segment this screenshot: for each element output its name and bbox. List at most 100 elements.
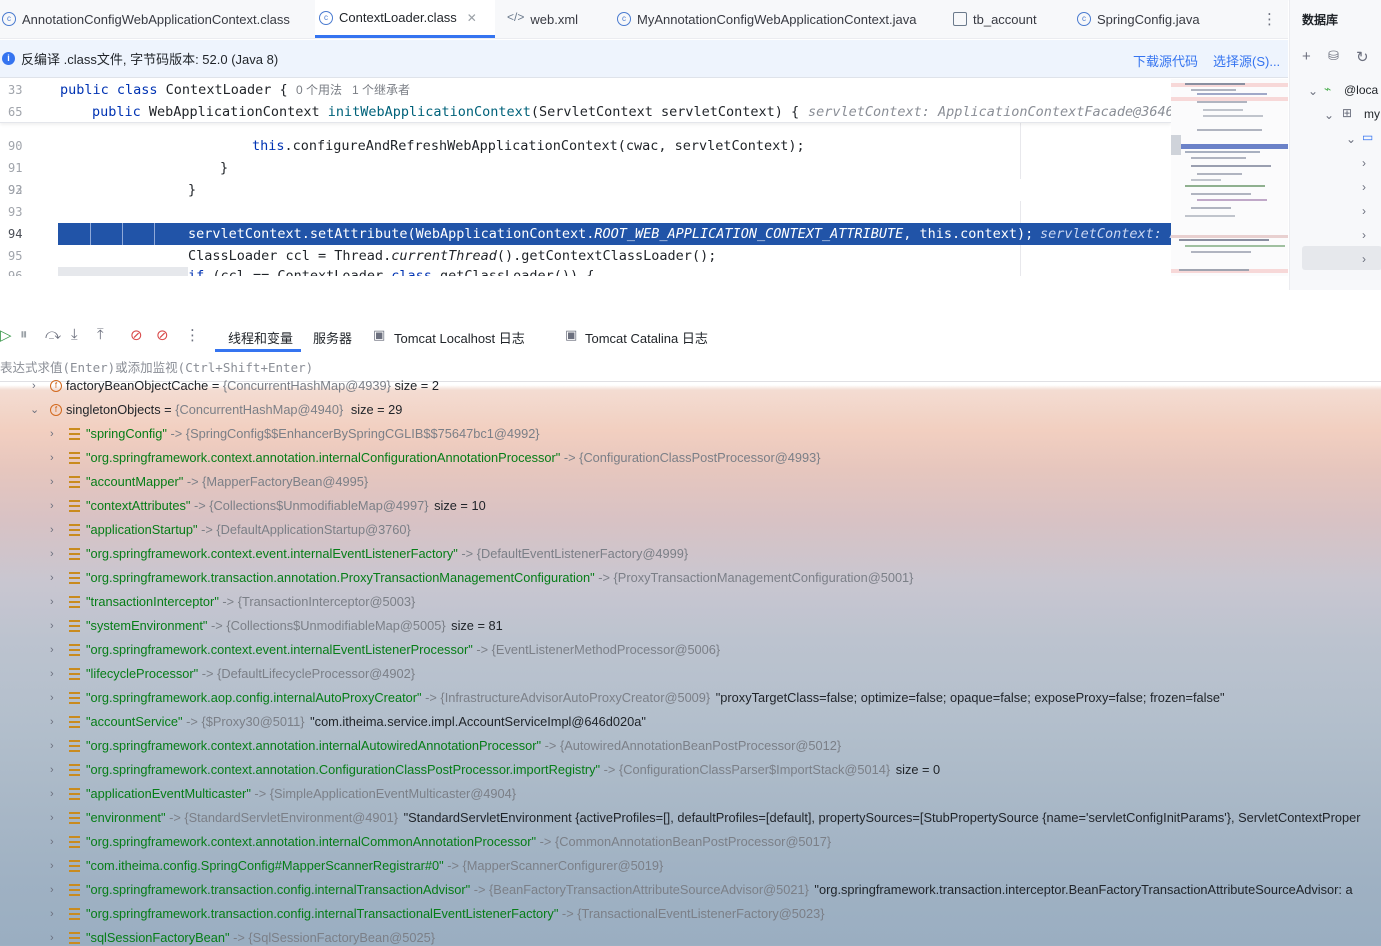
- map-entry-icon: [69, 524, 80, 536]
- datasource-label[interactable]: @loca: [1344, 83, 1378, 97]
- tab-context-loader[interactable]: c ContextLoader.class ✕: [315, 0, 495, 38]
- table-icon: [953, 12, 967, 26]
- code-text: if (ccl == ContextLoader.class.getClassL…: [188, 268, 595, 276]
- variable-name: factoryBeanObjectCache: [66, 380, 209, 393]
- entry-key: "sqlSessionFactoryBean": [86, 930, 230, 945]
- view-breakpoints-icon[interactable]: ⊘: [130, 326, 143, 344]
- entry-value: {ConfigurationClassParser$ImportStack@50…: [618, 762, 891, 777]
- variables-tree[interactable]: › f factoryBeanObjectCache = {Concurrent…: [0, 380, 1381, 946]
- tab-label: AnnotationConfigWebApplicationContext.cl…: [22, 11, 290, 27]
- map-entry-icon: [69, 500, 80, 512]
- map-entry-icon: [69, 812, 80, 824]
- chevron-right-icon[interactable]: ›: [50, 590, 54, 614]
- resume-icon[interactable]: ▷: [0, 326, 12, 344]
- step-into-icon[interactable]: ⤓: [71, 326, 78, 343]
- entry-key: "environment": [86, 810, 166, 825]
- evaluate-expression-input[interactable]: 表达式求值(Enter)或添加监视(Ctrl+Shift+Enter): [0, 356, 1381, 382]
- entry-value: {DefaultLifecycleProcessor@4902}: [217, 666, 416, 681]
- sticky-line[interactable]: 33 public class ContextLoader { 0 个用法 1 …: [0, 79, 1171, 101]
- entry-extra: "com.itheima.service.impl.AccountService…: [310, 714, 646, 729]
- step-over-icon[interactable]: ⤼: [45, 326, 61, 343]
- chevron-right-icon[interactable]: ›: [1362, 228, 1366, 242]
- step-out-icon[interactable]: ⤒: [97, 326, 104, 343]
- add-icon[interactable]: +: [1302, 48, 1311, 65]
- code-text: servletContext.setAttribute(WebApplicati…: [188, 226, 1034, 242]
- chevron-down-icon[interactable]: ⌄: [1324, 108, 1334, 122]
- banner-message: 反编译 .class文件, 字节码版本: 52.0 (Java 8): [21, 52, 279, 67]
- tab-tomcat-localhost-log[interactable]: Tomcat Localhost 日志: [394, 328, 525, 347]
- line-number: 65: [8, 105, 23, 119]
- tab-web-xml[interactable]: </> web.xml: [495, 0, 605, 38]
- schema-label[interactable]: my: [1364, 107, 1380, 121]
- entry-value: {TransactionalEventListenerFactory@5023}: [577, 906, 825, 921]
- chevron-right-icon[interactable]: ›: [50, 710, 54, 734]
- entry-key: "org.springframework.context.event.inter…: [86, 546, 458, 561]
- tab-tb-account[interactable]: tb_account: [947, 0, 1075, 38]
- chevron-right-icon[interactable]: ›: [50, 830, 54, 854]
- code-line: 92 }: [0, 179, 1171, 201]
- chevron-right-icon[interactable]: ›: [50, 518, 54, 542]
- chevron-right-icon[interactable]: ›: [1362, 156, 1366, 170]
- choose-sources-link[interactable]: 选择源(S)...: [1213, 51, 1280, 70]
- console-icon: ▣: [373, 327, 386, 342]
- entry-key: "org.springframework.context.annotation.…: [86, 738, 542, 753]
- entry-value: {SimpleApplicationEventMulticaster@4904}: [269, 786, 517, 801]
- chevron-right-icon[interactable]: ›: [50, 806, 54, 830]
- entry-extra: "StandardServletEnvironment {activeProfi…: [403, 810, 1361, 825]
- chevron-right-icon[interactable]: ›: [50, 662, 54, 686]
- chevron-right-icon[interactable]: ›: [50, 854, 54, 878]
- chevron-right-icon[interactable]: ›: [50, 470, 54, 494]
- chevron-down-icon[interactable]: ⌄: [30, 398, 39, 422]
- chevron-right-icon[interactable]: ›: [50, 638, 54, 662]
- tab-spring-config[interactable]: c SpringConfig.java: [1075, 0, 1245, 38]
- chevron-right-icon[interactable]: ›: [50, 614, 54, 638]
- tab-annotation-config-web-application-context[interactable]: c AnnotationConfigWebApplicationContext.…: [0, 0, 315, 38]
- chevron-right-icon[interactable]: ›: [50, 446, 54, 470]
- chevron-right-icon[interactable]: ›: [1362, 204, 1366, 218]
- entry-key: "com.itheima.config.SpringConfig#MapperS…: [86, 858, 444, 873]
- chevron-right-icon[interactable]: ›: [50, 542, 54, 566]
- code-editor[interactable]: 93 90 this.configureAndRefreshWebApplica…: [0, 79, 1171, 276]
- refresh-icon[interactable]: ↻: [1356, 48, 1369, 66]
- download-sources-link[interactable]: 下载源代码: [1133, 51, 1198, 70]
- code-minimap[interactable]: [1171, 79, 1288, 276]
- sticky-line[interactable]: 65 public WebApplicationContext initWebA…: [0, 101, 1171, 123]
- chevron-right-icon[interactable]: ›: [50, 566, 54, 590]
- mute-breakpoints-icon[interactable]: ⊘: [156, 326, 169, 344]
- selected-tree-row[interactable]: [1302, 246, 1381, 270]
- tab-tomcat-catalina-log[interactable]: Tomcat Catalina 日志: [585, 328, 708, 347]
- entry-key: "org.springframework.transaction.annotat…: [86, 570, 595, 585]
- chevron-right-icon[interactable]: ›: [32, 380, 36, 398]
- chevron-right-icon[interactable]: ›: [50, 422, 54, 446]
- map-entry-icon: [69, 860, 80, 872]
- active-tab-indicator: [215, 349, 301, 352]
- entry-extra: size = 81: [451, 618, 503, 633]
- map-entry-icon: [69, 884, 80, 896]
- chevron-right-icon[interactable]: ›: [50, 878, 54, 902]
- tab-my-annotation-config[interactable]: c MyAnnotationConfigWebApplicationContex…: [605, 0, 947, 38]
- chevron-down-icon[interactable]: ⌄: [1308, 84, 1318, 98]
- close-icon[interactable]: ✕: [467, 11, 477, 25]
- chevron-right-icon[interactable]: ›: [1362, 180, 1366, 194]
- code-text: }: [188, 182, 197, 198]
- chevron-right-icon[interactable]: ›: [50, 926, 54, 946]
- database-icon[interactable]: ⛁: [1328, 48, 1339, 64]
- more-vertical-icon[interactable]: ⋮: [185, 326, 200, 344]
- schema-icon: ⊞: [1342, 106, 1353, 120]
- map-entry-icon: [69, 908, 80, 920]
- tab-label: web.xml: [530, 11, 579, 27]
- chevron-right-icon[interactable]: ›: [1362, 252, 1366, 266]
- tab-server[interactable]: 服务器: [313, 328, 352, 347]
- more-vertical-icon[interactable]: ⋮: [1262, 10, 1277, 28]
- chevron-right-icon[interactable]: ›: [50, 494, 54, 518]
- variable-value: {ConcurrentHashMap@4939}: [222, 380, 391, 393]
- pause-icon[interactable]: ⏸: [20, 326, 28, 343]
- chevron-right-icon[interactable]: ›: [50, 758, 54, 782]
- chevron-right-icon[interactable]: ›: [50, 782, 54, 806]
- map-entry-icon: [69, 620, 80, 632]
- chevron-right-icon[interactable]: ›: [50, 902, 54, 926]
- class-icon: c: [2, 12, 16, 26]
- chevron-right-icon[interactable]: ›: [50, 734, 54, 758]
- chevron-down-icon[interactable]: ⌄: [1346, 132, 1356, 146]
- chevron-right-icon[interactable]: ›: [50, 686, 54, 710]
